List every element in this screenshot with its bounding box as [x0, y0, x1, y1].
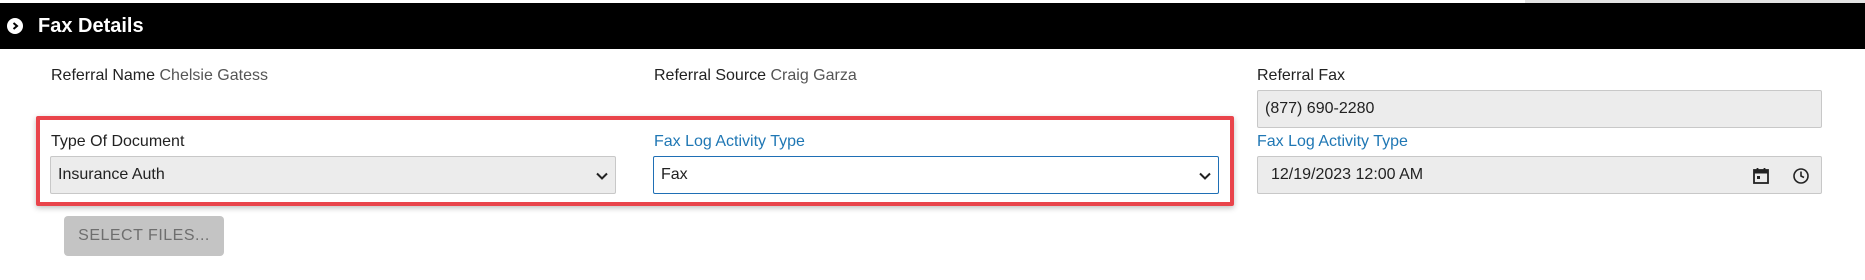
activity-datetime-label: Fax Log Activity Type: [1257, 133, 1408, 150]
activity-datetime-picker[interactable]: 12/19/2023 12:00 AM: [1257, 156, 1822, 194]
select-files-button[interactable]: SELECT FILES...: [64, 216, 224, 256]
referral-fax-field[interactable]: (877) 690-2280: [1257, 90, 1822, 128]
referral-fax-value: (877) 690-2280: [1265, 100, 1375, 117]
document-type-value: Insurance Auth: [58, 166, 165, 183]
document-type-select[interactable]: Insurance Auth: [50, 156, 616, 194]
chevron-down-icon: [596, 172, 608, 180]
referral-source-label: Referral Source: [654, 67, 767, 84]
fax-details-panel: Fax Details Referral Name Chelsie Gatess…: [0, 0, 1865, 280]
activity-datetime-value: 12/19/2023 12:00 AM: [1271, 166, 1424, 183]
chevron-circle-right-icon[interactable]: [7, 18, 23, 34]
referral-name-field: Referral Name Chelsie Gatess: [51, 67, 268, 85]
document-type-label: Type Of Document: [51, 133, 185, 150]
calendar-icon[interactable]: [1751, 166, 1771, 186]
clock-icon[interactable]: [1791, 166, 1811, 186]
referral-source-field: Referral Source Craig Garza: [654, 67, 857, 85]
activity-type-label: Fax Log Activity Type: [654, 133, 805, 150]
activity-type-value: Fax: [661, 166, 688, 183]
referral-fax-label: Referral Fax: [1257, 67, 1346, 84]
referral-name-label: Referral Name: [51, 67, 156, 84]
referral-source-value: Craig Garza: [770, 67, 857, 84]
activity-type-select[interactable]: Fax: [653, 156, 1219, 194]
section-header[interactable]: Fax Details: [0, 3, 1865, 49]
chevron-down-icon: [1199, 172, 1211, 180]
referral-name-value: Chelsie Gatess: [159, 67, 268, 84]
section-title: Fax Details: [38, 15, 144, 37]
